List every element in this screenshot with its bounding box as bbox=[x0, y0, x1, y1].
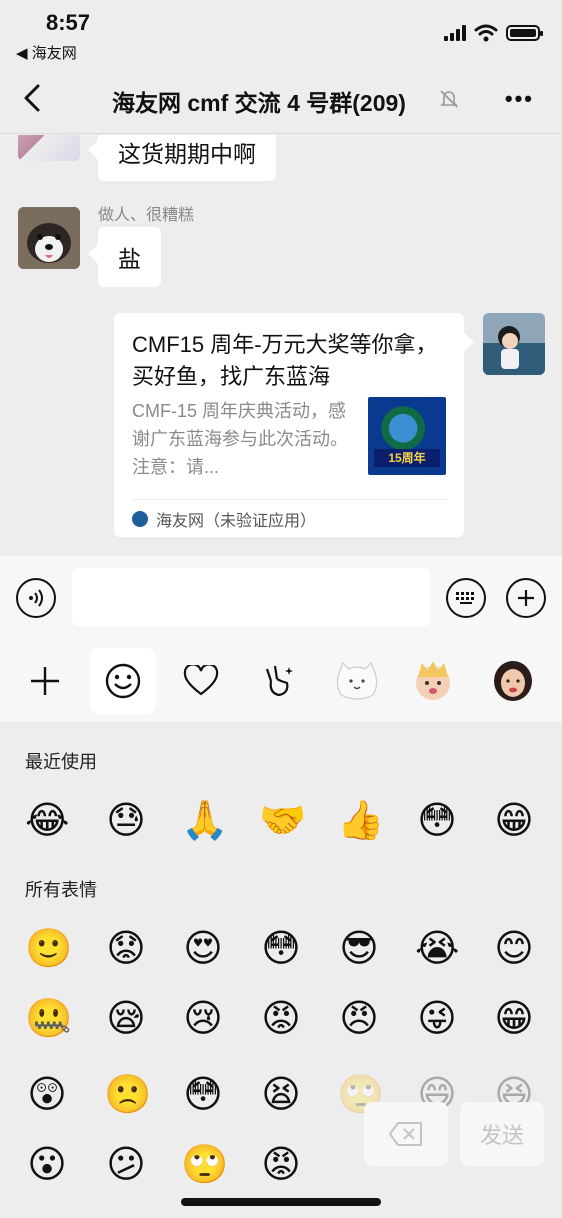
avatar[interactable] bbox=[18, 207, 80, 269]
baby-sticker-icon bbox=[416, 661, 450, 700]
tab-gestures[interactable] bbox=[246, 648, 312, 714]
message-text: 盐 bbox=[118, 246, 141, 272]
recent-emoji[interactable]: 😳 bbox=[415, 798, 459, 842]
backspace-icon bbox=[389, 1122, 422, 1146]
card-description: CMF-15 周年庆典活动，感谢广东蓝海参与此次活动。注意：请... bbox=[132, 401, 348, 477]
white-cat-sticker-icon bbox=[336, 661, 378, 700]
input-bar bbox=[0, 556, 562, 642]
emoji-item[interactable]: 😟 bbox=[104, 926, 148, 970]
tab-emoji[interactable] bbox=[90, 648, 156, 714]
sender-name: 做人、很糟糕 bbox=[98, 207, 195, 224]
back-arrow-icon[interactable] bbox=[18, 82, 50, 114]
my-avatar[interactable] bbox=[483, 313, 545, 375]
more-functions-button[interactable] bbox=[506, 578, 546, 618]
emoji-item[interactable]: 😪 bbox=[104, 996, 148, 1040]
app-logo-icon bbox=[132, 510, 148, 527]
keyboard-button[interactable] bbox=[446, 578, 486, 618]
recent-section-title: 最近使用 bbox=[25, 752, 97, 772]
tab-favorites[interactable] bbox=[168, 648, 234, 714]
emoji-item[interactable]: 😕 bbox=[104, 1142, 148, 1186]
dog-avatar-icon bbox=[18, 207, 80, 269]
plus-icon bbox=[518, 590, 534, 606]
wifi-icon bbox=[474, 24, 498, 42]
tab-sticker-pack-baby[interactable] bbox=[400, 648, 466, 714]
child-avatar-icon bbox=[483, 313, 545, 375]
emoji-item[interactable]: 😲 bbox=[25, 1072, 69, 1116]
plus-icon bbox=[31, 667, 59, 695]
emoji-item[interactable]: 😠 bbox=[337, 996, 381, 1040]
more-options-button[interactable]: ••• bbox=[505, 86, 534, 112]
message-bubble[interactable]: 这货期期中啊 bbox=[98, 135, 276, 181]
chat-header: 海友网 cmf 交流 4 号群(209) ••• bbox=[0, 64, 562, 134]
home-indicator bbox=[181, 1198, 381, 1206]
all-section-title: 所有表情 bbox=[25, 880, 97, 900]
link-card[interactable]: CMF15 周年-万元大奖等你拿，买好鱼，找广东蓝海 CMF-15 周年庆典活动… bbox=[114, 313, 464, 537]
recent-emoji[interactable]: 😁 bbox=[492, 798, 536, 842]
emoji-item[interactable]: 😡 bbox=[259, 1142, 303, 1186]
person-sticker-icon bbox=[494, 661, 532, 701]
emoji-item[interactable]: 😊 bbox=[492, 926, 536, 970]
voice-icon bbox=[29, 589, 43, 607]
recent-emoji[interactable]: 😂 bbox=[25, 798, 69, 842]
mute-bell-icon bbox=[440, 90, 458, 108]
recent-emoji[interactable]: 🤝 bbox=[259, 798, 306, 842]
battery-icon bbox=[506, 25, 543, 41]
card-source-label: 海友网（未验证应用） bbox=[156, 512, 317, 530]
emoji-item[interactable]: 🙄 bbox=[181, 1142, 228, 1186]
emoji-item[interactable]: 😜 bbox=[415, 996, 459, 1040]
emoji-item[interactable]: 😁 bbox=[492, 996, 536, 1040]
delete-button[interactable] bbox=[364, 1102, 448, 1166]
back-to-app-link[interactable]: ◀ 海友网 bbox=[16, 42, 77, 63]
emoji-item[interactable]: 😫 bbox=[259, 1072, 303, 1116]
avatar[interactable] bbox=[18, 135, 80, 161]
keyboard-icon bbox=[456, 592, 474, 604]
status-time: 8:57 bbox=[46, 10, 91, 35]
emoji-item[interactable]: 😢 bbox=[181, 996, 225, 1040]
signal-icon bbox=[444, 25, 466, 41]
smiley-icon bbox=[105, 663, 141, 699]
emoji-item[interactable]: 😍 bbox=[181, 926, 225, 970]
chat-area: 这货期期中啊 做人、很糟糕 盐 CMF15 周年-万元大奖等你拿，买好鱼，找广东… bbox=[0, 135, 562, 555]
tab-sticker-pack-cat[interactable] bbox=[324, 648, 390, 714]
recent-emoji[interactable]: 😓 bbox=[104, 798, 148, 842]
message-text: 这货期期中啊 bbox=[118, 141, 256, 167]
emoji-item[interactable]: 🙁 bbox=[104, 1072, 151, 1116]
send-button[interactable]: 发送 bbox=[460, 1102, 544, 1166]
emoji-item[interactable]: 🙂 bbox=[25, 926, 72, 970]
emoji-tabs bbox=[0, 642, 562, 722]
tab-add-sticker[interactable] bbox=[12, 648, 78, 714]
voice-button[interactable] bbox=[16, 578, 56, 618]
message-bubble[interactable]: 盐 bbox=[98, 227, 161, 287]
message-input[interactable] bbox=[72, 568, 430, 626]
card-title: CMF15 周年-万元大奖等你拿，买好鱼，找广东蓝海 bbox=[132, 332, 438, 389]
emoji-item[interactable]: 😳 bbox=[259, 926, 303, 970]
card-thumbnail: 15周年 bbox=[368, 397, 446, 475]
recent-emoji[interactable]: 🙏 bbox=[181, 798, 228, 842]
emoji-item[interactable]: 😮 bbox=[25, 1142, 69, 1186]
tab-sticker-pack-person[interactable] bbox=[480, 648, 546, 714]
recent-emoji[interactable]: 👍 bbox=[337, 798, 384, 842]
emoji-item[interactable]: 😡 bbox=[259, 996, 303, 1040]
victory-hand-icon bbox=[265, 665, 293, 697]
emoji-item[interactable]: 🤐 bbox=[25, 996, 72, 1040]
emoji-item[interactable]: 😭 bbox=[415, 926, 459, 970]
heart-icon bbox=[183, 665, 219, 696]
chat-title: 海友网 cmf 交流 4 号群(209) bbox=[112, 90, 406, 116]
status-icons bbox=[444, 24, 543, 42]
emoji-item[interactable]: 😳 bbox=[181, 1072, 225, 1116]
thumbnail-text: 15周年 bbox=[374, 449, 440, 467]
emoji-panel: 最近使用 所有表情 😂 😓 🙏 🤝 👍 😳 😁 🙂 😟 😍 😳 😎 😭 😊 🤐 😪 😢 😡 😠 😜 😁 😲 🙁 😳 😫 🙄 😄 😆 😮 😕… bbox=[0, 722, 562, 1218]
card-source: 海友网（未验证应用） bbox=[132, 499, 446, 537]
emoji-item[interactable]: 😎 bbox=[337, 926, 381, 970]
status-bar: 8:57 ◀ 海友网 bbox=[0, 0, 562, 64]
